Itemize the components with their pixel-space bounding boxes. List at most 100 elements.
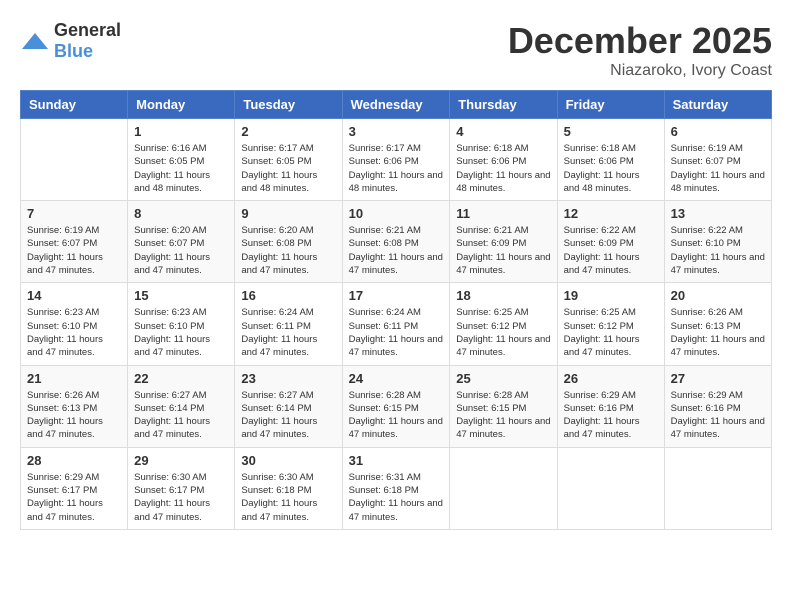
day-number: 26 — [564, 371, 658, 386]
day-info: Sunrise: 6:19 AMSunset: 6:07 PMDaylight:… — [671, 142, 765, 195]
month-title: December 2025 — [508, 20, 772, 62]
calendar-cell — [21, 119, 128, 201]
day-number: 28 — [27, 453, 121, 468]
day-info: Sunrise: 6:25 AMSunset: 6:12 PMDaylight:… — [456, 306, 550, 359]
day-number: 29 — [134, 453, 228, 468]
day-number: 23 — [241, 371, 335, 386]
calendar-cell: 31Sunrise: 6:31 AMSunset: 6:18 PMDayligh… — [342, 447, 450, 529]
calendar-header-saturday: Saturday — [664, 91, 771, 119]
calendar-cell: 5 Sunrise: 6:18 AMSunset: 6:06 PMDaylight… — [557, 119, 664, 201]
calendar-cell: 14 Sunrise: 6:23 AMSunset: 6:10 PMDayligh… — [21, 283, 128, 365]
day-number: 14 — [27, 288, 121, 303]
calendar-week-row: 14 Sunrise: 6:23 AMSunset: 6:10 PMDayligh… — [21, 283, 772, 365]
calendar-cell: 8 Sunrise: 6:20 AMSunset: 6:07 PMDaylight… — [128, 201, 235, 283]
day-number: 9 — [241, 206, 335, 221]
day-info: Sunrise: 6:27 AMSunset: 6:14 PMDaylight:… — [241, 389, 335, 442]
calendar-header-row: SundayMondayTuesdayWednesdayThursdayFrid… — [21, 91, 772, 119]
calendar-cell: 10Sunrise: 6:21 AMSunset: 6:08 PMDayligh… — [342, 201, 450, 283]
day-number: 19 — [564, 288, 658, 303]
calendar-cell — [664, 447, 771, 529]
day-number: 7 — [27, 206, 121, 221]
day-number: 8 — [134, 206, 228, 221]
calendar-cell: 27Sunrise: 6:29 AMSunset: 6:16 PMDayligh… — [664, 365, 771, 447]
day-info: Sunrise: 6:16 AMSunset: 6:05 PMDaylight:… — [134, 142, 228, 195]
calendar-header-wednesday: Wednesday — [342, 91, 450, 119]
day-number: 20 — [671, 288, 765, 303]
calendar-week-row: 1 Sunrise: 6:16 AMSunset: 6:05 PMDaylight… — [21, 119, 772, 201]
logo-text-general: General — [54, 20, 121, 40]
day-info: Sunrise: 6:22 AMSunset: 6:10 PMDaylight:… — [671, 224, 765, 277]
calendar-cell: 19Sunrise: 6:25 AMSunset: 6:12 PMDayligh… — [557, 283, 664, 365]
calendar-cell: 7 Sunrise: 6:19 AMSunset: 6:07 PMDaylight… — [21, 201, 128, 283]
day-number: 21 — [27, 371, 121, 386]
day-info: Sunrise: 6:30 AMSunset: 6:18 PMDaylight:… — [241, 471, 335, 524]
day-number: 31 — [349, 453, 444, 468]
day-info: Sunrise: 6:19 AMSunset: 6:07 PMDaylight:… — [27, 224, 121, 277]
calendar-cell: 20Sunrise: 6:26 AMSunset: 6:13 PMDayligh… — [664, 283, 771, 365]
calendar-week-row: 28 Sunrise: 6:29 AMSunset: 6:17 PMDayligh… — [21, 447, 772, 529]
calendar-cell: 13 Sunrise: 6:22 AMSunset: 6:10 PMDayligh… — [664, 201, 771, 283]
day-number: 4 — [456, 124, 550, 139]
day-number: 15 — [134, 288, 228, 303]
calendar-header-monday: Monday — [128, 91, 235, 119]
calendar-cell: 15 Sunrise: 6:23 AMSunset: 6:10 PMDayligh… — [128, 283, 235, 365]
location-title: Niazaroko, Ivory Coast — [508, 62, 772, 80]
calendar-cell: 11Sunrise: 6:21 AMSunset: 6:09 PMDayligh… — [450, 201, 557, 283]
calendar-cell: 23 Sunrise: 6:27 AMSunset: 6:14 PMDayligh… — [235, 365, 342, 447]
day-number: 2 — [241, 124, 335, 139]
calendar-cell: 1 Sunrise: 6:16 AMSunset: 6:05 PMDaylight… — [128, 119, 235, 201]
calendar-cell: 22 Sunrise: 6:27 AMSunset: 6:14 PMDayligh… — [128, 365, 235, 447]
day-info: Sunrise: 6:26 AMSunset: 6:13 PMDaylight:… — [27, 389, 121, 442]
calendar-cell: 2Sunrise: 6:17 AMSunset: 6:05 PMDaylight… — [235, 119, 342, 201]
day-info: Sunrise: 6:17 AMSunset: 6:06 PMDaylight:… — [349, 142, 444, 195]
logo-icon — [20, 31, 50, 51]
calendar-cell: 17Sunrise: 6:24 AMSunset: 6:11 PMDayligh… — [342, 283, 450, 365]
day-number: 22 — [134, 371, 228, 386]
calendar-week-row: 21 Sunrise: 6:26 AMSunset: 6:13 PMDayligh… — [21, 365, 772, 447]
day-info: Sunrise: 6:24 AMSunset: 6:11 PMDaylight:… — [349, 306, 444, 359]
calendar-cell: 24 Sunrise: 6:28 AMSunset: 6:15 PMDayligh… — [342, 365, 450, 447]
day-number: 30 — [241, 453, 335, 468]
day-number: 24 — [349, 371, 444, 386]
calendar-cell — [450, 447, 557, 529]
day-info: Sunrise: 6:21 AMSunset: 6:08 PMDaylight:… — [349, 224, 444, 277]
day-number: 12 — [564, 206, 658, 221]
calendar-table: SundayMondayTuesdayWednesdayThursdayFrid… — [20, 90, 772, 530]
day-number: 18 — [456, 288, 550, 303]
calendar-cell: 25 Sunrise: 6:28 AMSunset: 6:15 PMDayligh… — [450, 365, 557, 447]
calendar-cell: 3 Sunrise: 6:17 AMSunset: 6:06 PMDaylight… — [342, 119, 450, 201]
calendar-cell: 30 Sunrise: 6:30 AMSunset: 6:18 PMDayligh… — [235, 447, 342, 529]
calendar-cell: 6 Sunrise: 6:19 AMSunset: 6:07 PMDaylight… — [664, 119, 771, 201]
day-info: Sunrise: 6:20 AMSunset: 6:07 PMDaylight:… — [134, 224, 228, 277]
day-number: 6 — [671, 124, 765, 139]
day-info: Sunrise: 6:29 AMSunset: 6:17 PMDaylight:… — [27, 471, 121, 524]
day-info: Sunrise: 6:23 AMSunset: 6:10 PMDaylight:… — [134, 306, 228, 359]
calendar-cell: 18 Sunrise: 6:25 AMSunset: 6:12 PMDayligh… — [450, 283, 557, 365]
title-area: December 2025 Niazaroko, Ivory Coast — [508, 20, 772, 80]
calendar-header-friday: Friday — [557, 91, 664, 119]
day-info: Sunrise: 6:22 AMSunset: 6:09 PMDaylight:… — [564, 224, 658, 277]
day-number: 1 — [134, 124, 228, 139]
day-info: Sunrise: 6:30 AMSunset: 6:17 PMDaylight:… — [134, 471, 228, 524]
day-number: 25 — [456, 371, 550, 386]
day-info: Sunrise: 6:27 AMSunset: 6:14 PMDaylight:… — [134, 389, 228, 442]
day-number: 13 — [671, 206, 765, 221]
day-number: 27 — [671, 371, 765, 386]
day-info: Sunrise: 6:18 AMSunset: 6:06 PMDaylight:… — [456, 142, 550, 195]
calendar-cell: 28 Sunrise: 6:29 AMSunset: 6:17 PMDayligh… — [21, 447, 128, 529]
calendar-week-row: 7 Sunrise: 6:19 AMSunset: 6:07 PMDaylight… — [21, 201, 772, 283]
day-info: Sunrise: 6:23 AMSunset: 6:10 PMDaylight:… — [27, 306, 121, 359]
day-info: Sunrise: 6:28 AMSunset: 6:15 PMDaylight:… — [349, 389, 444, 442]
day-info: Sunrise: 6:24 AMSunset: 6:11 PMDaylight:… — [241, 306, 335, 359]
day-number: 3 — [349, 124, 444, 139]
day-number: 16 — [241, 288, 335, 303]
day-info: Sunrise: 6:28 AMSunset: 6:15 PMDaylight:… — [456, 389, 550, 442]
calendar-cell: 29 Sunrise: 6:30 AMSunset: 6:17 PMDayligh… — [128, 447, 235, 529]
day-info: Sunrise: 6:29 AMSunset: 6:16 PMDaylight:… — [564, 389, 658, 442]
calendar-cell: 21 Sunrise: 6:26 AMSunset: 6:13 PMDayligh… — [21, 365, 128, 447]
day-number: 5 — [564, 124, 658, 139]
day-info: Sunrise: 6:18 AMSunset: 6:06 PMDaylight:… — [564, 142, 658, 195]
calendar-cell: 4 Sunrise: 6:18 AMSunset: 6:06 PMDaylight… — [450, 119, 557, 201]
page-header: General Blue December 2025 Niazaroko, Iv… — [20, 20, 772, 80]
calendar-header-sunday: Sunday — [21, 91, 128, 119]
